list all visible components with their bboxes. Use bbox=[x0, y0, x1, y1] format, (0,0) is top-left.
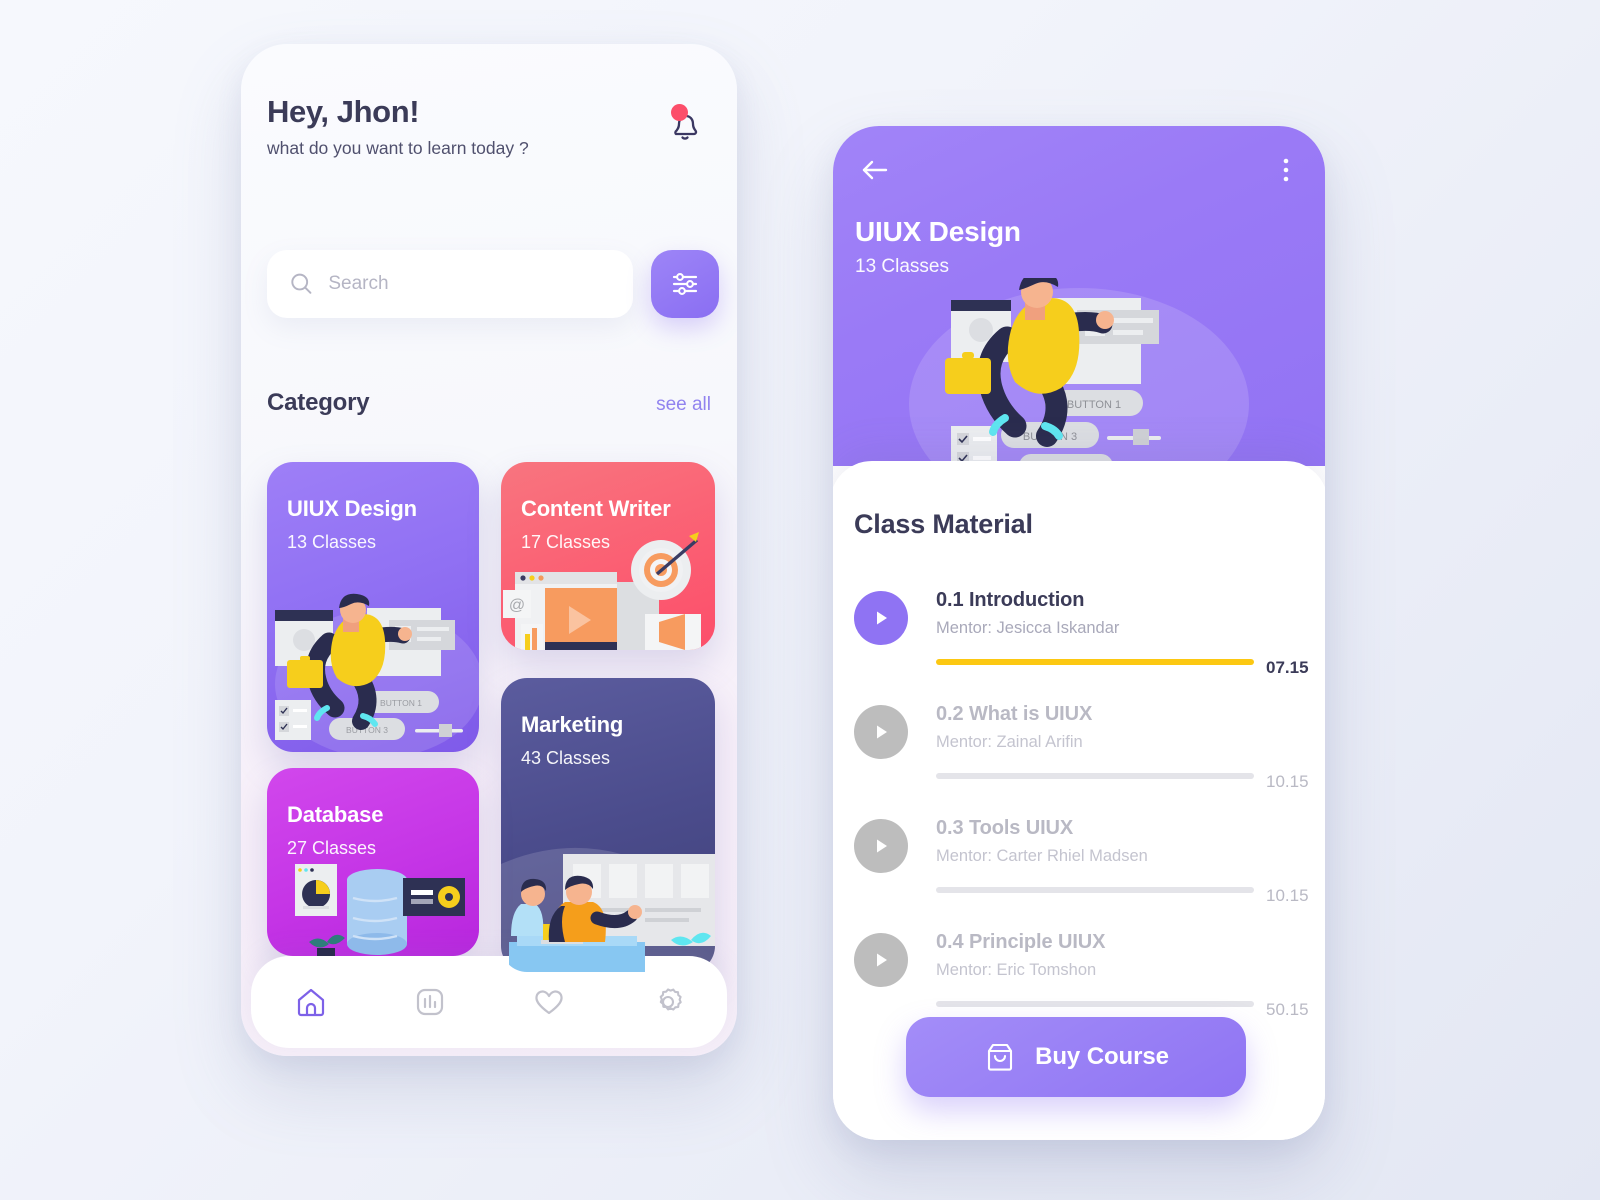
lesson-duration: 10.15 bbox=[1266, 772, 1309, 791]
lesson-title: 0.2 What is UIUX bbox=[936, 703, 1093, 725]
lesson-mentor: Mentor: Zainal Arifin bbox=[936, 733, 1083, 751]
sidebar-item-home[interactable] bbox=[279, 970, 343, 1034]
category-card-uiux-design[interactable]: UIUX Design 13 Classes BUTTON 1 BUTTON 3 bbox=[267, 462, 479, 752]
play-icon bbox=[877, 611, 887, 625]
course-classes-count: 13 Classes bbox=[855, 256, 949, 277]
sidebar-item-favorites[interactable] bbox=[517, 970, 581, 1034]
lesson-mentor: Mentor: Carter Rhiel Madsen bbox=[936, 847, 1148, 865]
play-icon bbox=[877, 953, 887, 967]
lesson-mentor: Mentor: Eric Tomshon bbox=[936, 961, 1097, 979]
greeting-subtitle: what do you want to learn today ? bbox=[267, 138, 529, 158]
lesson-mentor: Mentor: Jesicca Iskandar bbox=[936, 619, 1120, 637]
play-button[interactable] bbox=[854, 933, 908, 987]
category-card-marketing[interactable]: Marketing 43 Classes bbox=[501, 678, 715, 972]
illus-button1-label: BUTTON 1 bbox=[1067, 399, 1121, 411]
see-all-link[interactable]: see all bbox=[656, 394, 711, 416]
home-icon bbox=[297, 988, 324, 1017]
greeting-title: Hey, Jhon! bbox=[267, 94, 420, 129]
svg-text:@: @ bbox=[509, 597, 525, 614]
filter-button[interactable] bbox=[651, 250, 719, 318]
category-card-classes: 13 Classes bbox=[287, 532, 377, 552]
course-hero: UIUX Design 13 Classes BUTTON 1 BUTTON 3 bbox=[833, 126, 1325, 466]
notification-badge-dot bbox=[671, 104, 688, 121]
chart-icon bbox=[416, 988, 443, 1016]
shopping-bag-icon bbox=[988, 1043, 1013, 1071]
category-card-title: UIUX Design bbox=[287, 496, 417, 521]
lesson-title: 0.3 Tools UIUX bbox=[936, 817, 1074, 839]
category-card-classes: 17 Classes bbox=[521, 532, 611, 552]
lesson-title: 0.4 Principle UIUX bbox=[936, 931, 1106, 953]
category-title: Category bbox=[267, 389, 370, 416]
kebab-menu-icon bbox=[1283, 158, 1289, 182]
category-card-classes: 43 Classes bbox=[521, 748, 611, 768]
category-card-database[interactable]: Database 27 Classes bbox=[267, 768, 479, 956]
category-card-classes: 27 Classes bbox=[287, 838, 377, 858]
lesson-list: 0.1 Introduction Mentor: Jesicca Iskanda… bbox=[854, 583, 1309, 1039]
sidebar-item-stats[interactable] bbox=[398, 970, 462, 1034]
search-row bbox=[267, 250, 719, 318]
class-material-sheet: Class Material 0.1 Introduction Mentor: … bbox=[833, 461, 1325, 1140]
category-header: Category see all bbox=[267, 389, 711, 417]
notification-button[interactable] bbox=[663, 104, 707, 148]
list-item[interactable]: 0.2 What is UIUX Mentor: Zainal Arifin 1… bbox=[854, 697, 1309, 811]
play-button[interactable] bbox=[854, 819, 908, 873]
class-material-title: Class Material bbox=[854, 509, 1033, 539]
course-hero-illustration: BUTTON 1 BUTTON 3 bbox=[909, 278, 1249, 466]
lesson-duration: 10.15 bbox=[1266, 886, 1309, 905]
detail-topbar bbox=[859, 152, 1299, 188]
category-card-title: Content Writer bbox=[521, 496, 671, 521]
back-button[interactable] bbox=[859, 154, 891, 186]
category-card-title: Database bbox=[287, 802, 384, 827]
list-item[interactable]: 0.1 Introduction Mentor: Jesicca Iskanda… bbox=[854, 583, 1309, 697]
more-options-button[interactable] bbox=[1273, 155, 1299, 185]
buy-course-label: Buy Course bbox=[1035, 1043, 1169, 1070]
buy-course-button[interactable]: Buy Course bbox=[906, 1017, 1246, 1097]
database-illustration bbox=[295, 864, 465, 956]
svg-text:BUTTON 1: BUTTON 1 bbox=[380, 698, 422, 708]
category-card-content-writer[interactable]: Content Writer 17 Classes @ bbox=[501, 462, 715, 650]
category-card-title: Marketing bbox=[521, 712, 624, 737]
home-header: Hey, Jhon! what do you want to learn tod… bbox=[267, 94, 711, 159]
sidebar-item-settings[interactable] bbox=[636, 970, 700, 1034]
lesson-duration: 50.15 bbox=[1266, 1000, 1309, 1019]
play-button[interactable] bbox=[854, 705, 908, 759]
list-item[interactable]: 0.3 Tools UIUX Mentor: Carter Rhiel Mads… bbox=[854, 811, 1309, 925]
lesson-progress-bar bbox=[936, 773, 1254, 779]
play-icon bbox=[877, 839, 887, 853]
search-box[interactable] bbox=[267, 250, 633, 318]
play-icon bbox=[877, 725, 887, 739]
arrow-left-icon bbox=[862, 160, 888, 180]
search-input[interactable] bbox=[328, 273, 611, 295]
lesson-progress-bar bbox=[936, 659, 1254, 665]
heart-icon bbox=[534, 990, 563, 1015]
category-grid: UIUX Design 13 Classes BUTTON 1 BUTTON 3… bbox=[267, 462, 715, 972]
lesson-duration: 07.15 bbox=[1266, 658, 1309, 677]
gear-icon bbox=[659, 988, 682, 1011]
lesson-progress-bar bbox=[936, 1001, 1254, 1007]
filter-sliders-icon bbox=[672, 273, 698, 295]
content-writer-illustration: @ bbox=[503, 532, 701, 650]
lesson-title: 0.1 Introduction bbox=[936, 589, 1085, 611]
course-detail-phone-screen: UIUX Design 13 Classes BUTTON 1 BUTTON 3 bbox=[833, 126, 1325, 1140]
lesson-progress-bar bbox=[936, 887, 1254, 893]
play-button[interactable] bbox=[854, 591, 908, 645]
home-phone-screen: Hey, Jhon! what do you want to learn tod… bbox=[241, 44, 737, 1056]
course-title: UIUX Design bbox=[855, 216, 1021, 247]
search-icon bbox=[291, 273, 312, 294]
